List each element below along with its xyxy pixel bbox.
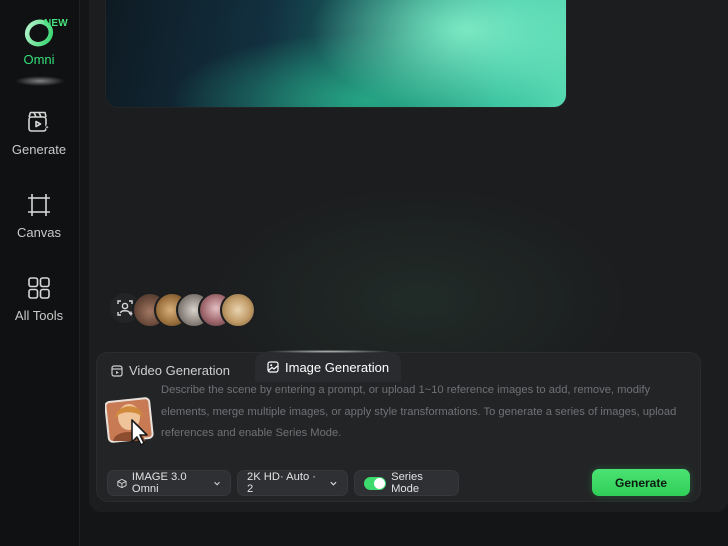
active-tab-indicator xyxy=(267,350,390,353)
active-indicator xyxy=(15,76,65,86)
model-select[interactable]: IMAGE 3.0 Omni xyxy=(107,470,231,496)
toggle-knob xyxy=(374,477,386,489)
avatar[interactable] xyxy=(220,292,256,328)
prompt-panel: Video Generation Image Generation Descri… xyxy=(96,350,701,502)
prompt-input[interactable]: Describe the scene by entering a prompt,… xyxy=(161,380,691,445)
controls-bar: IMAGE 3.0 Omni 2K HD· Auto · 2 Series Mo… xyxy=(107,469,690,496)
sidebar-item-all-tools[interactable]: All Tools xyxy=(0,274,78,323)
crop-frame-icon xyxy=(25,191,53,219)
tab-image-generation[interactable]: Image Generation xyxy=(255,350,402,382)
model-cube-icon xyxy=(117,478,127,488)
tab-label: Video Generation xyxy=(129,363,230,378)
reference-avatar-strip xyxy=(110,292,270,328)
video-icon xyxy=(111,364,123,377)
series-mode-toggle[interactable]: Series Mode xyxy=(354,470,459,496)
sidebar-item-canvas[interactable]: Canvas xyxy=(0,191,78,240)
sidebar-item-label: All Tools xyxy=(14,308,64,323)
tab-video-generation[interactable]: Video Generation xyxy=(111,363,230,378)
sidebar-item-label: Generate xyxy=(11,142,67,157)
generate-button[interactable]: Generate xyxy=(592,469,690,496)
resolution-select[interactable]: 2K HD· Auto · 2 xyxy=(237,470,348,496)
sidebar-item-generate[interactable]: Generate xyxy=(0,108,78,157)
series-mode-label: Series Mode xyxy=(391,471,423,495)
image-icon xyxy=(267,361,279,373)
generated-preview-image[interactable] xyxy=(106,0,566,107)
image-upload-icon[interactable] xyxy=(104,397,154,446)
sidebar: Omni NEW Generate Canvas All Tools xyxy=(0,0,80,546)
tab-label: Image Generation xyxy=(285,359,390,375)
chevron-down-icon xyxy=(214,481,220,485)
sidebar-item-label: Omni xyxy=(23,52,55,67)
toggle-switch[interactable] xyxy=(364,476,387,490)
chevron-down-icon xyxy=(330,481,337,486)
new-badge: NEW xyxy=(44,18,68,29)
sidebar-item-label: Canvas xyxy=(16,225,62,240)
grid-four-icon xyxy=(25,274,53,302)
resolution-label: 2K HD· Auto · 2 xyxy=(247,471,317,495)
model-label: IMAGE 3.0 Omni xyxy=(131,471,187,495)
clapperboard-sparkle-icon xyxy=(25,108,53,136)
